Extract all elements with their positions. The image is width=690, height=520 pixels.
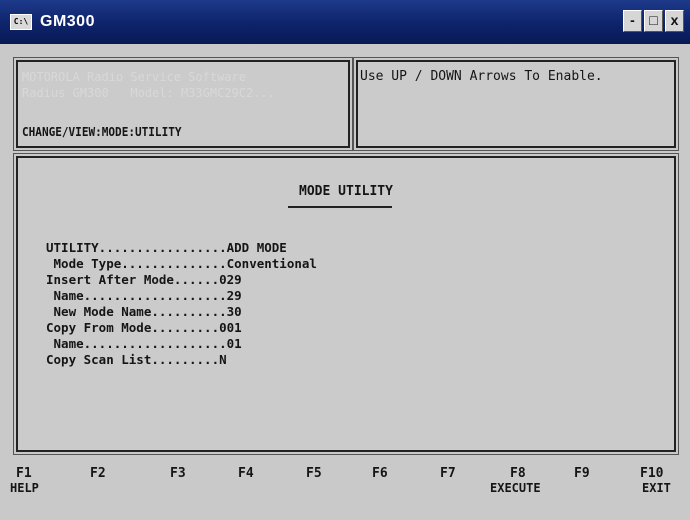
close-button[interactable]: x [665, 10, 684, 32]
screen-title: MODE UTILITY [299, 184, 393, 199]
maximize-button[interactable]: □ [644, 10, 663, 32]
f4-key-label: F4 [238, 466, 254, 481]
f9-key[interactable]: F9 [574, 466, 590, 481]
field-copy-scan-list[interactable]: Copy Scan List.........N [46, 352, 317, 368]
software-name-text: MOTOROLA Radio Service Software [22, 70, 246, 84]
radio-model-text: Radius GM300 Model: M33GMC29C2... [22, 86, 275, 100]
f7-key[interactable]: F7 [440, 466, 456, 481]
f6-key-label: F6 [372, 466, 388, 481]
title-underline [288, 206, 392, 208]
f1-key[interactable]: F1 HELP [10, 466, 39, 495]
f8-key-action: EXECUTE [490, 481, 541, 495]
function-key-bar: F1 HELP F2 F3 F4 F5 F6 F7 F8 EXECUTE F9 … [0, 466, 690, 520]
field-insert-after-mode[interactable]: Insert After Mode......029 [46, 272, 317, 288]
field-utility[interactable]: UTILITY.................ADD MODE [46, 240, 317, 256]
field-new-mode-name[interactable]: New Mode Name..........30 [46, 304, 317, 320]
field-copy-name[interactable]: Name...................01 [46, 336, 317, 352]
app-icon: C:\ [10, 14, 32, 30]
f2-key[interactable]: F2 [90, 466, 106, 481]
f5-key[interactable]: F5 [306, 466, 322, 481]
f1-key-action: HELP [10, 481, 39, 495]
prompt-panel: Use UP / DOWN Arrows To Enable. [353, 57, 679, 151]
f10-key-action: EXIT [642, 481, 671, 495]
f5-key-label: F5 [306, 466, 322, 481]
info-panel: MOTOROLA Radio Service Software Radius G… [13, 57, 353, 151]
f3-key-label: F3 [170, 466, 186, 481]
field-list: UTILITY.................ADD MODE Mode Ty… [46, 240, 317, 368]
window-controls: - □ x [623, 10, 684, 32]
f6-key[interactable]: F6 [372, 466, 388, 481]
f9-key-label: F9 [574, 466, 590, 481]
f1-key-label: F1 [16, 466, 32, 481]
title-bar: C:\ GM300 - □ x [0, 0, 690, 44]
f10-key[interactable]: F10 EXIT [640, 466, 671, 495]
minimize-button[interactable]: - [623, 10, 642, 32]
f10-key-label: F10 [640, 466, 664, 481]
f3-key[interactable]: F3 [170, 466, 186, 481]
main-panel: MODE UTILITY UTILITY.................ADD… [13, 153, 679, 455]
f2-key-label: F2 [90, 466, 106, 481]
window-title: GM300 [40, 13, 95, 30]
menu-path: CHANGE/VIEW:MODE:UTILITY [22, 125, 182, 139]
f4-key[interactable]: F4 [238, 466, 254, 481]
f8-key[interactable]: F8 EXECUTE [490, 466, 541, 495]
prompt-message: Use UP / DOWN Arrows To Enable. [360, 69, 603, 84]
f7-key-label: F7 [440, 466, 456, 481]
f8-key-label: F8 [510, 466, 526, 481]
field-mode-type[interactable]: Mode Type..............Conventional [46, 256, 317, 272]
field-copy-from-mode[interactable]: Copy From Mode.........001 [46, 320, 317, 336]
field-insert-name[interactable]: Name...................29 [46, 288, 317, 304]
